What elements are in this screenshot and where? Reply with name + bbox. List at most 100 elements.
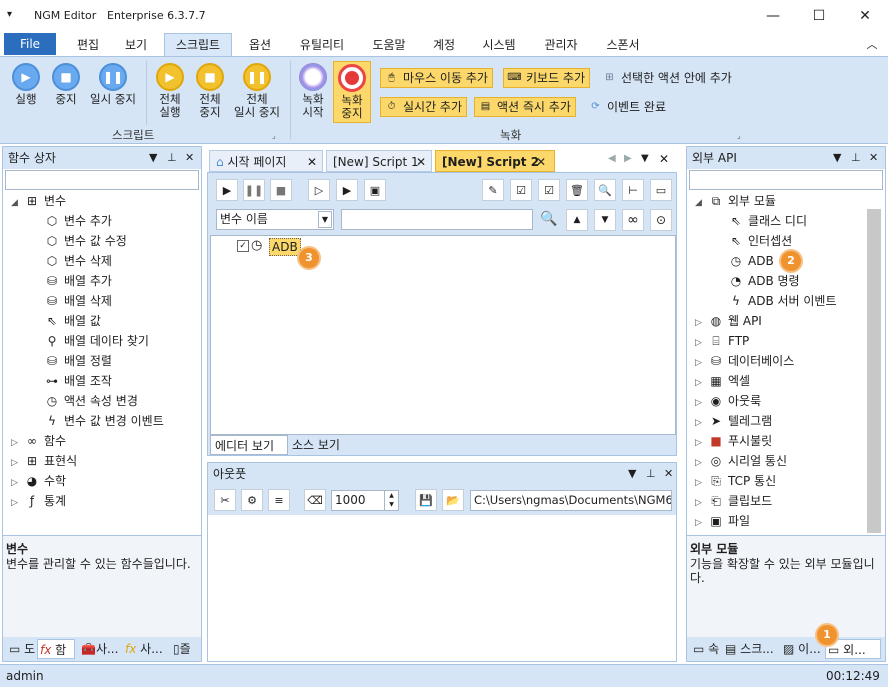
tree-item[interactable]: ▷ ■ 푸시불릿 — [695, 431, 772, 451]
tab-script-1[interactable]: [New] Script 1 ✕ — [326, 150, 432, 172]
tab-favorites[interactable]: ▯즐 — [171, 639, 191, 659]
tree-item[interactable]: ▷ ➤ 텔레그램 — [695, 411, 772, 431]
tree-item[interactable]: ϟ 변수 값 변경 이벤트 — [43, 411, 164, 431]
expand-icon[interactable]: ▷ — [695, 453, 707, 473]
tree-item[interactable]: ⊶ 배열 조작 — [43, 371, 112, 391]
tree-item[interactable]: ▷ ▣ 파일 — [695, 511, 750, 531]
pin-icon[interactable]: ⊥ — [851, 147, 861, 169]
open-folder-button[interactable]: 📂 — [442, 489, 464, 511]
expand-icon[interactable]: ▷ — [11, 473, 23, 493]
tree-item[interactable]: ⇖ 클래스 디디 — [727, 211, 807, 231]
add-realtime-button[interactable]: ⏱ 실시간 추가 — [380, 97, 468, 117]
erase-button[interactable]: ⌫ — [304, 489, 326, 511]
menu-sponsor[interactable]: 스폰서 — [596, 34, 650, 56]
tab-scroll-right-icon[interactable]: ▶ — [624, 153, 632, 164]
wrap-button[interactable]: ≡ — [268, 489, 290, 511]
collapse-icon[interactable]: ◢ — [695, 193, 707, 213]
close-icon[interactable]: ✕ — [664, 463, 673, 485]
add-mouse-move-button[interactable]: 🖱 마우스 이동 추가 — [380, 68, 493, 88]
tree-item[interactable]: ◔ ADB 명령 — [727, 271, 800, 291]
log-settings-button[interactable]: ⚙ — [241, 489, 263, 511]
tree-item[interactable]: ▷ ◉ 아웃룩 — [695, 391, 761, 411]
menu-utility[interactable]: 유틸리티 — [290, 34, 354, 56]
menu-account[interactable]: 계정 — [424, 34, 464, 56]
tree-item[interactable]: ⇖ 인터셉션 — [727, 231, 792, 251]
run-selected-button[interactable]: ▶ — [336, 179, 358, 201]
tree-item[interactable]: ⬡ 변수 값 수정 — [43, 231, 127, 251]
record-stop-button[interactable]: 녹화 중지 — [333, 61, 371, 123]
group-launcher-icon[interactable]: ⌟ — [272, 131, 276, 140]
expand-icon[interactable]: ▷ — [695, 433, 707, 453]
tab-toolbox[interactable]: ▭ 도 — [7, 639, 35, 659]
save-log-button[interactable]: 💾 — [415, 489, 437, 511]
run-from-button[interactable]: ▷ — [308, 179, 330, 201]
search-next-button[interactable]: ▼ — [594, 209, 616, 231]
dropdown-icon[interactable]: ▼ — [833, 147, 841, 169]
function-search-input[interactable] — [5, 170, 199, 190]
tree-item[interactable]: ▷ ⛁ 데이터베이스 — [695, 351, 794, 371]
tree-item[interactable]: ⚲ 배열 데이타 찾기 — [43, 331, 149, 351]
tree-item[interactable]: ▷ ◍ 웹 API — [695, 311, 762, 331]
tree-item[interactable]: ▷ ⌸ FTP — [695, 331, 749, 351]
add-keyboard-button[interactable]: ⌨ 키보드 추가 — [503, 68, 591, 88]
scrollbar[interactable] — [867, 209, 881, 533]
tree-item[interactable]: ◷ ADB — [727, 251, 774, 271]
tab-scroll-left-icon[interactable]: ◀ — [608, 153, 616, 164]
search-button[interactable]: 🔍 — [538, 208, 560, 230]
expand-icon[interactable]: ▷ — [695, 353, 707, 373]
find-button[interactable]: 🔍 — [594, 179, 616, 201]
expand-icon[interactable]: ▷ — [11, 433, 23, 453]
script-node-adb[interactable]: ADB — [269, 238, 301, 256]
group-launcher-icon[interactable]: ⌟ — [737, 131, 741, 140]
device-button[interactable]: ▭ — [650, 179, 672, 201]
tab-list-icon[interactable]: ▼ — [641, 153, 649, 164]
search-field-combo[interactable]: 변수 이름 ▼ — [216, 209, 334, 230]
collapse-icon[interactable]: ◢ — [11, 193, 23, 213]
add-action-now-button[interactable]: ▤ 액션 즉시 추가 — [474, 97, 576, 117]
pin-icon[interactable]: ⊥ — [167, 147, 177, 169]
tree-item[interactable]: ▷ ⊞ 표현식 — [11, 451, 77, 471]
close-icon[interactable]: ✕ — [659, 152, 669, 166]
tree-item[interactable]: ⛁ 배열 정렬 — [43, 351, 112, 371]
dropdown-icon[interactable]: ▼ — [628, 463, 636, 485]
dropdown-icon[interactable]: ▼ — [149, 147, 157, 169]
tree-view-button[interactable]: ⊢ — [622, 179, 644, 201]
check-all-button[interactable]: ☑ — [538, 179, 560, 201]
run-button[interactable]: ▶ 실행 — [6, 63, 46, 106]
close-icon[interactable]: ✕ — [307, 151, 317, 173]
tab-source-view[interactable]: 소스 보기 — [290, 435, 350, 455]
tree-item[interactable]: ▷ ◎ 시리얼 통신 — [695, 451, 787, 471]
tree-item[interactable]: ▷ ⎘ TCP 통신 — [695, 471, 776, 491]
tab-scripts[interactable]: ▤ 스크... — [723, 639, 774, 659]
expand-icon[interactable]: ▷ — [695, 493, 707, 513]
stop-all-button[interactable]: ■ 전체 중지 — [190, 63, 230, 119]
run-script-button[interactable]: ▶ — [216, 179, 238, 201]
menu-edit[interactable]: 편집 — [66, 34, 110, 56]
tree-item[interactable]: ▷ ▦ 엑셀 — [695, 371, 750, 391]
maximize-button[interactable]: ☐ — [796, 0, 842, 31]
spin-icon[interactable]: ▲ ▼ — [384, 491, 398, 510]
expand-icon[interactable]: ▷ — [695, 313, 707, 333]
tab-images[interactable]: ▨ 이... — [781, 639, 821, 659]
collapse-ribbon-icon[interactable]: ︿ — [862, 34, 882, 56]
log-path-field[interactable]: C:\Users\ngmas\Documents\NGM6\ — [470, 490, 672, 511]
close-button[interactable]: ✕ — [842, 0, 888, 31]
pause-script-button[interactable]: ❚❚ — [243, 179, 265, 201]
check-button[interactable]: ☑ — [510, 179, 532, 201]
menu-file[interactable]: File — [4, 33, 56, 55]
tab-functions[interactable]: fx 함 — [37, 639, 75, 659]
tree-item[interactable]: ◢ ⊞ 변수 — [11, 191, 66, 211]
close-icon[interactable]: ✕ — [536, 151, 546, 173]
expand-icon[interactable]: ▷ — [11, 493, 23, 513]
stop-script-button[interactable]: ■ — [270, 179, 292, 201]
edit-button[interactable]: ✎ — [482, 179, 504, 201]
close-icon[interactable]: ✕ — [185, 147, 194, 169]
clear-output-button[interactable]: ✂ — [214, 489, 236, 511]
delete-button[interactable]: 🗑 — [566, 179, 588, 201]
system-menu-icon[interactable]: ▾ — [7, 9, 12, 20]
record-start-button[interactable]: 녹화 시작 — [296, 63, 330, 119]
expand-icon[interactable]: ▷ — [695, 473, 707, 493]
tree-item[interactable]: ⇖ 배열 값 — [43, 311, 101, 331]
expand-icon[interactable]: ▷ — [695, 413, 707, 433]
expand-icon[interactable]: ▷ — [695, 513, 707, 533]
